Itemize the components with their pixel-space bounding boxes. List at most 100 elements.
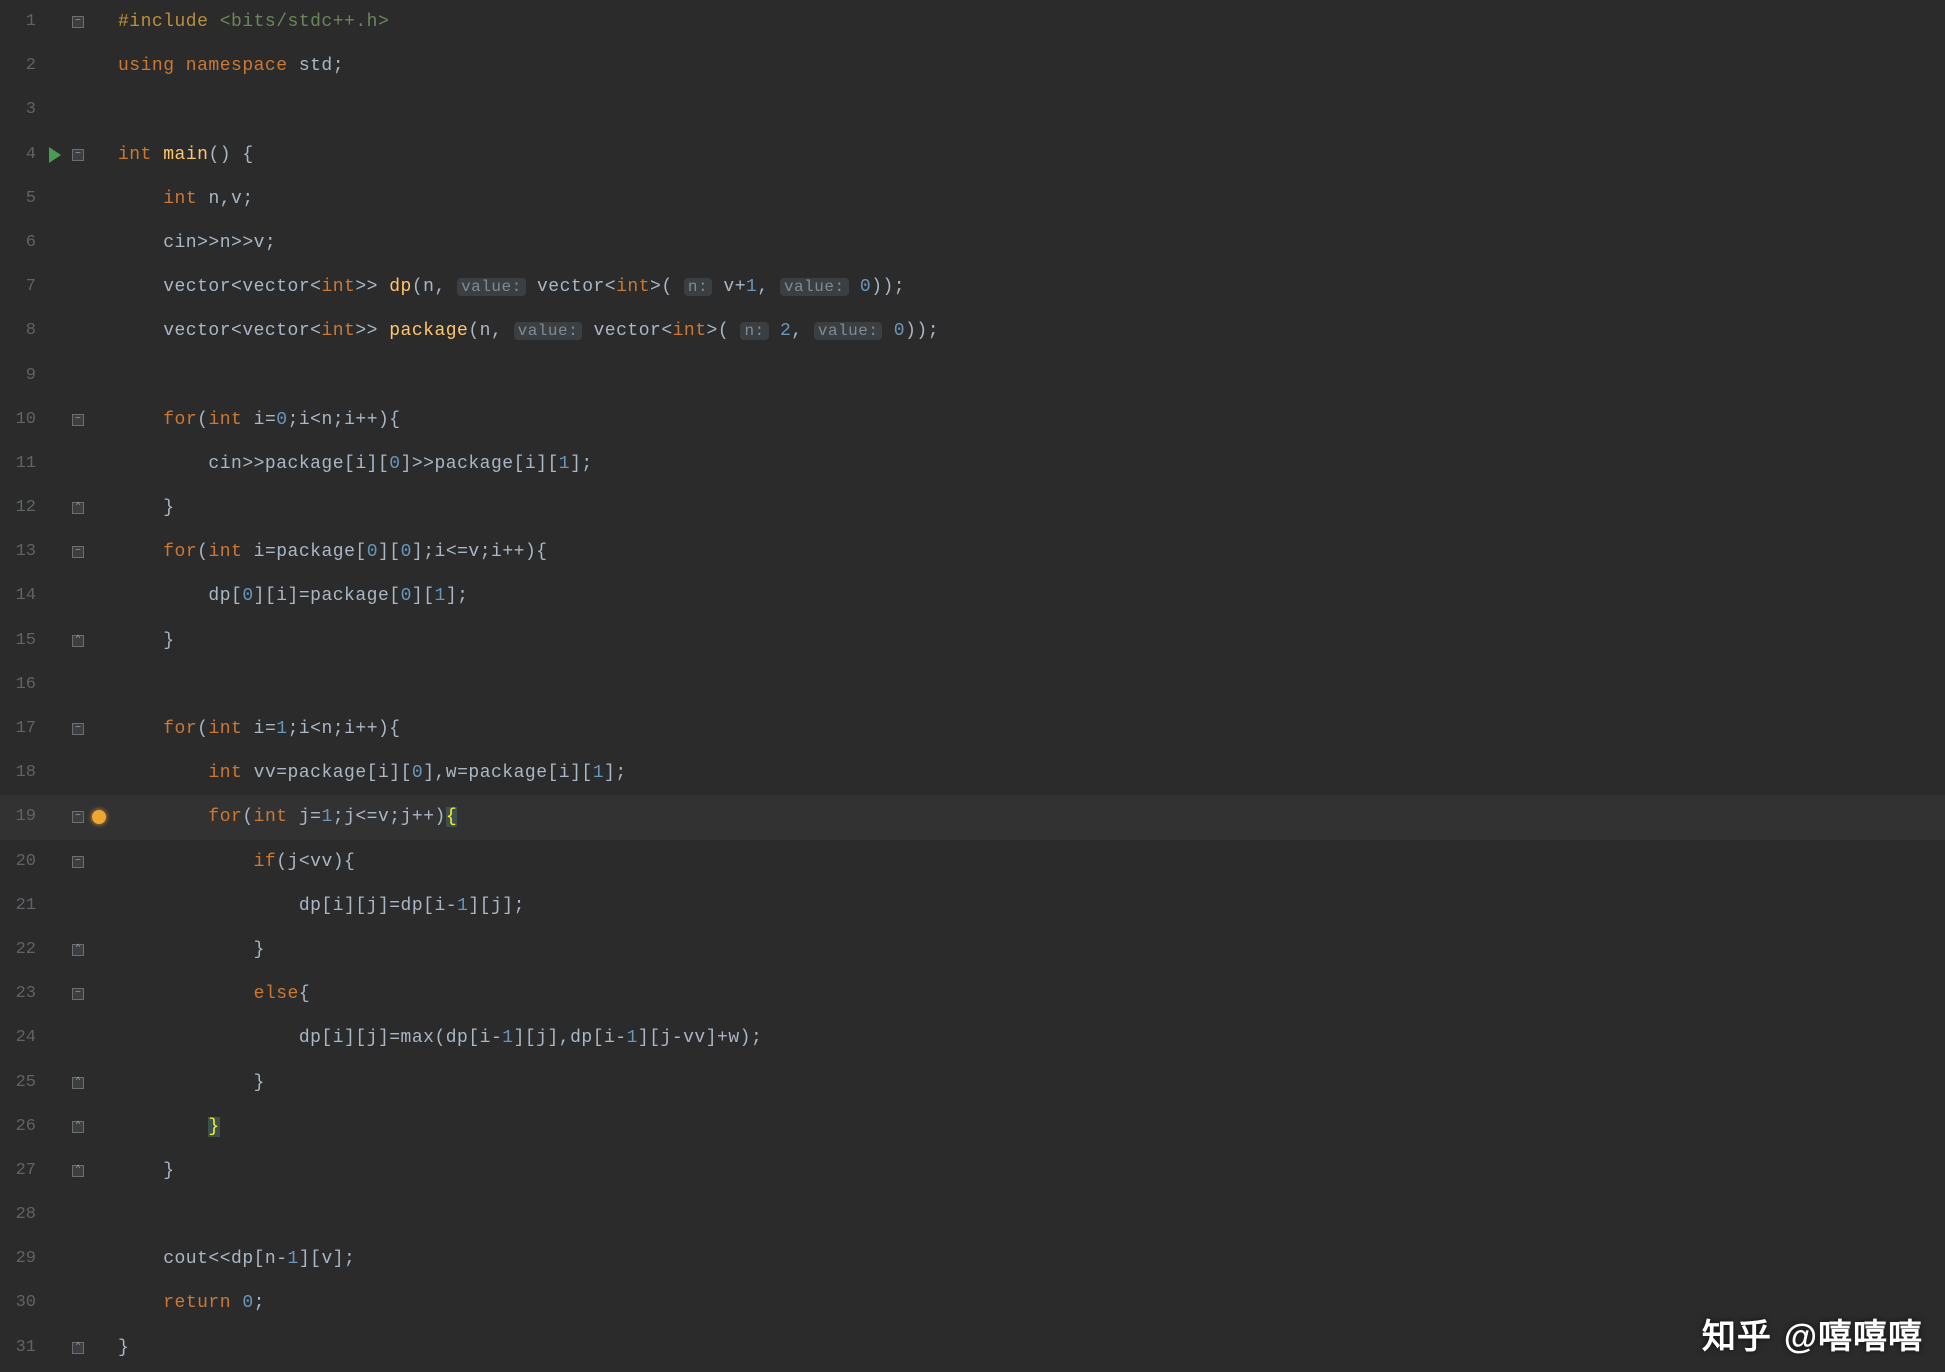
code-content[interactable]: } (110, 1105, 220, 1149)
intention-gutter[interactable] (88, 810, 110, 824)
fold-gutter[interactable]: − (68, 149, 88, 161)
fold-gutter[interactable]: ⌃ (68, 944, 88, 956)
code-line[interactable]: 21 dp[i][j]=dp[i-1][j]; (0, 884, 1945, 928)
code-line[interactable]: 17− for(int i=1;i<n;i++){ (0, 707, 1945, 751)
code-content[interactable]: cin>>n>>v; (110, 221, 276, 265)
fold-open-icon[interactable]: − (72, 723, 84, 735)
code-line[interactable]: 5 int n,v; (0, 177, 1945, 221)
code-line[interactable]: 23− else{ (0, 972, 1945, 1016)
code-content[interactable]: } (110, 1061, 265, 1105)
code-line[interactable]: 7 vector<vector<int>> dp(n, value: vecto… (0, 265, 1945, 309)
fold-open-icon[interactable]: − (72, 16, 84, 28)
code-content[interactable]: for(int i=package[0][0];i<=v;i++){ (110, 530, 548, 574)
code-content[interactable]: return 0; (110, 1281, 265, 1325)
code-content[interactable]: cout<<dp[n-1][v]; (110, 1237, 355, 1281)
token-plain (118, 1293, 163, 1313)
code-content[interactable]: else{ (110, 972, 310, 1016)
code-content[interactable]: dp[i][j]=max(dp[i-1][j],dp[i-1][j-vv]+w)… (110, 1016, 762, 1060)
fold-gutter[interactable]: − (68, 811, 88, 823)
code-line[interactable]: 29 cout<<dp[n-1][v]; (0, 1237, 1945, 1281)
code-line[interactable]: 14 dp[0][i]=package[0][1]; (0, 574, 1945, 618)
line-number: 8 (0, 309, 42, 353)
code-content[interactable]: } (110, 486, 175, 530)
fold-close-icon[interactable]: ⌃ (72, 502, 84, 514)
code-content[interactable]: dp[0][i]=package[0][1]; (110, 574, 468, 618)
line-number: 9 (0, 354, 42, 398)
fold-close-icon[interactable]: ⌃ (72, 1077, 84, 1089)
code-content[interactable]: int main() { (110, 133, 254, 177)
fold-open-icon[interactable]: − (72, 988, 84, 1000)
fold-gutter[interactable]: ⌃ (68, 635, 88, 647)
fold-gutter[interactable]: ⌃ (68, 1165, 88, 1177)
fold-gutter[interactable]: ⌃ (68, 502, 88, 514)
fold-close-icon[interactable]: ⌃ (72, 1121, 84, 1133)
code-editor[interactable]: 1 − #include <bits/stdc++.h>2using namespa… (0, 0, 1945, 1372)
code-content[interactable]: cin>>package[i][0]>>package[i][1]; (110, 442, 593, 486)
run-icon[interactable] (49, 147, 61, 163)
fold-open-icon[interactable]: − (72, 811, 84, 823)
code-line[interactable]: 27⌃ } (0, 1149, 1945, 1193)
code-line[interactable]: 19− for(int j=1;j<=v;j++){ (0, 795, 1945, 839)
fold-open-icon[interactable]: − (72, 856, 84, 868)
code-line[interactable]: 26⌃ } (0, 1105, 1945, 1149)
code-line[interactable]: 16 (0, 663, 1945, 707)
code-line[interactable]: 25⌃ } (0, 1061, 1945, 1105)
fold-open-icon[interactable]: − (72, 149, 84, 161)
code-line[interactable]: 13− for(int i=package[0][0];i<=v;i++){ (0, 530, 1945, 574)
code-line[interactable]: 4−int main() { (0, 133, 1945, 177)
code-content[interactable]: int n,v; (110, 177, 254, 221)
fold-gutter[interactable]: − (68, 723, 88, 735)
code-line[interactable]: 22⌃ } (0, 928, 1945, 972)
code-content[interactable]: using namespace std; (110, 44, 344, 88)
code-line[interactable]: 10− for(int i=0;i<n;i++){ (0, 398, 1945, 442)
fold-gutter[interactable]: − (68, 414, 88, 426)
lightbulb-icon[interactable] (92, 810, 106, 824)
code-line[interactable]: 30 return 0; (0, 1281, 1945, 1325)
fold-gutter[interactable]: ⌃ (68, 1121, 88, 1133)
fold-close-icon[interactable]: ⌃ (72, 1342, 84, 1354)
token-num: 1 (288, 1249, 299, 1269)
code-line[interactable]: 8 vector<vector<int>> package(n, value: … (0, 309, 1945, 353)
fold-close-icon[interactable]: ⌃ (72, 635, 84, 647)
code-line[interactable]: 1−#include <bits/stdc++.h> (0, 0, 1945, 44)
fold-open-icon[interactable]: − (72, 546, 84, 558)
fold-gutter[interactable]: ⌃ (68, 1077, 88, 1089)
code-content[interactable]: } (110, 1149, 175, 1193)
fold-close-icon[interactable]: ⌃ (72, 944, 84, 956)
code-line[interactable]: 20− if(j<vv){ (0, 840, 1945, 884)
code-content[interactable]: for(int j=1;j<=v;j++){ (110, 795, 457, 839)
fold-gutter[interactable]: − (68, 988, 88, 1000)
code-line[interactable]: 9 (0, 354, 1945, 398)
code-line[interactable]: 24 dp[i][j]=max(dp[i-1][j],dp[i-1][j-vv]… (0, 1016, 1945, 1060)
code-line[interactable]: 12⌃ } (0, 486, 1945, 530)
code-content[interactable]: } (110, 928, 265, 972)
fold-gutter[interactable]: ⌃ (68, 1342, 88, 1354)
code-line[interactable]: 18 int vv=package[i][0],w=package[i][1]; (0, 751, 1945, 795)
code-line[interactable]: 28 (0, 1193, 1945, 1237)
code-content[interactable]: if(j<vv){ (110, 840, 355, 884)
fold-gutter[interactable]: − (68, 856, 88, 868)
code-content[interactable]: for(int i=1;i<n;i++){ (110, 707, 401, 751)
code-line[interactable]: 31⌃} (0, 1326, 1945, 1370)
code-line[interactable]: 2using namespace std; (0, 44, 1945, 88)
code-content[interactable]: } (110, 1326, 129, 1370)
code-line[interactable]: 6 cin>>n>>v; (0, 221, 1945, 265)
token-plain: )); (871, 277, 905, 297)
fold-open-icon[interactable]: − (72, 414, 84, 426)
code-line[interactable]: 11 cin>>package[i][0]>>package[i][1]; (0, 442, 1945, 486)
token-plain: ];i<=v;i++){ (412, 542, 548, 562)
token-hint-bg: value: (457, 278, 526, 296)
code-content[interactable]: int vv=package[i][0],w=package[i][1]; (110, 751, 627, 795)
code-content[interactable]: for(int i=0;i<n;i++){ (110, 398, 401, 442)
code-line[interactable]: 3 (0, 88, 1945, 132)
fold-gutter[interactable]: − (68, 16, 88, 28)
code-content[interactable]: dp[i][j]=dp[i-1][j]; (110, 884, 525, 928)
run-gutter[interactable] (42, 147, 68, 163)
code-content[interactable]: #include <bits/stdc++.h> (110, 0, 389, 44)
code-line[interactable]: 15⌃ } (0, 619, 1945, 663)
code-content[interactable]: vector<vector<int>> package(n, value: ve… (110, 309, 939, 353)
fold-close-icon[interactable]: ⌃ (72, 1165, 84, 1177)
fold-gutter[interactable]: − (68, 546, 88, 558)
code-content[interactable]: vector<vector<int>> dp(n, value: vector<… (110, 265, 905, 309)
code-content[interactable]: } (110, 619, 175, 663)
